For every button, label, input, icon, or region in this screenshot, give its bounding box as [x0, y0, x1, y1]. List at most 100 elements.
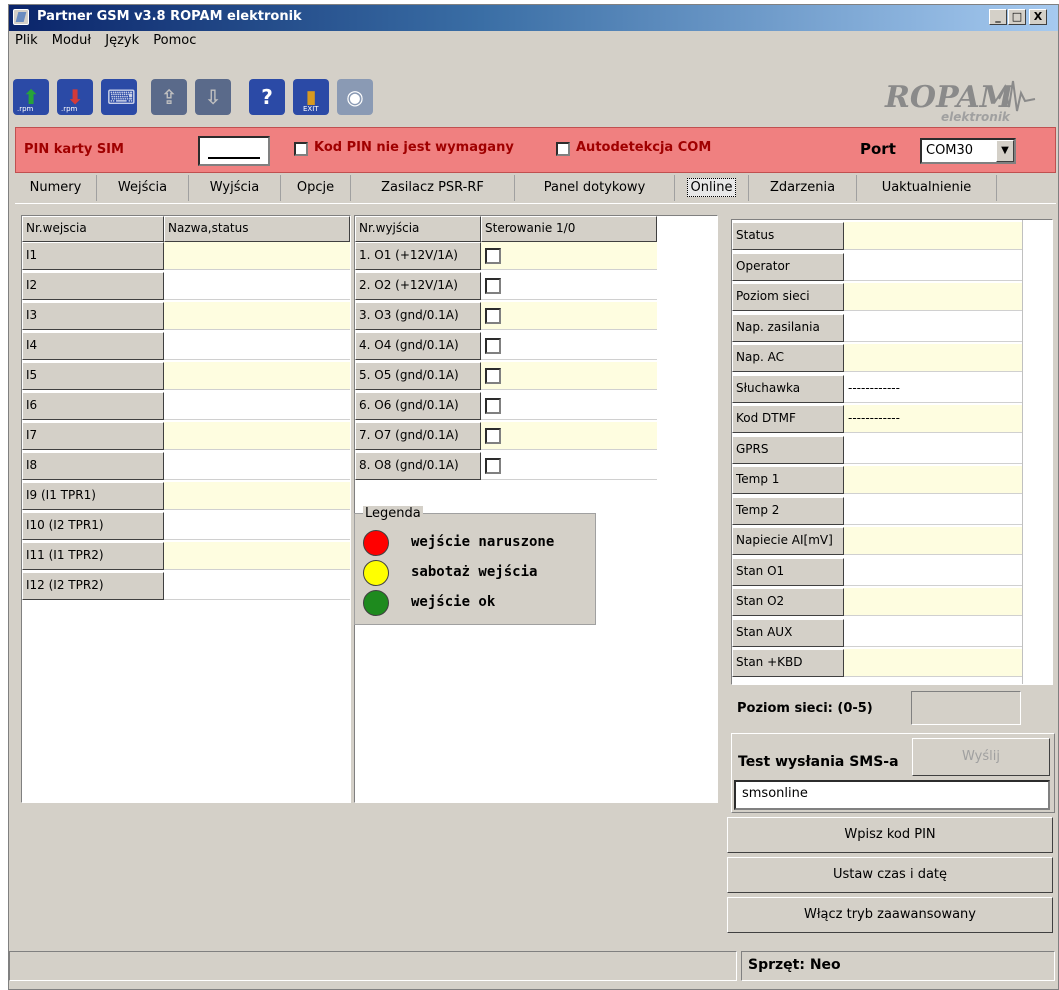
help-icon: ?	[261, 85, 273, 109]
status-label: Stan O1	[732, 557, 844, 586]
tab-wyjscia[interactable]: Wyjścia	[189, 175, 281, 201]
status-label: Temp 1	[732, 466, 844, 494]
keyboard-icon: ⌨	[107, 85, 136, 109]
send-sms-button[interactable]: Wyślij	[912, 738, 1050, 776]
output-checkbox[interactable]	[485, 428, 501, 444]
status-row: Nap. AC	[732, 344, 1022, 372]
status-row: Poziom sieci	[732, 283, 1022, 311]
sms-text-input[interactable]: smsonline	[734, 780, 1050, 810]
output-checkbox[interactable]	[485, 248, 501, 264]
advanced-mode-button[interactable]: Włącz tryb zaawansowany	[727, 897, 1053, 933]
module-write-button[interactable]: ⇩	[195, 79, 231, 115]
chevron-down-icon[interactable]: ▼	[996, 140, 1014, 162]
inputs-header-name: Nazwa,status	[164, 216, 350, 242]
signal-button[interactable]: ◉	[337, 79, 373, 115]
green-status-icon	[363, 590, 389, 616]
status-label: Stan O2	[732, 588, 844, 616]
tab-zdarzenia[interactable]: Zdarzenia	[749, 175, 857, 201]
output-control	[481, 362, 657, 390]
status-label: Stan AUX	[732, 618, 844, 647]
output-number: 1. O1 (+12V/1A)	[355, 242, 481, 270]
autodetect-checkbox[interactable]	[556, 142, 570, 156]
help-button[interactable]: ?	[249, 79, 285, 115]
output-checkbox[interactable]	[485, 308, 501, 324]
signal-icon: ◉	[346, 85, 364, 109]
output-checkbox[interactable]	[485, 278, 501, 294]
status-value: ------------	[844, 405, 1022, 433]
status-label: GPRS	[732, 435, 844, 464]
input-status	[164, 242, 350, 270]
output-checkbox[interactable]	[485, 458, 501, 474]
set-time-button[interactable]: Ustaw czas i datę	[727, 857, 1053, 893]
tab-numery[interactable]: Numery	[15, 175, 97, 201]
download-rpm-button[interactable]: ⬇ .rpm	[57, 79, 93, 115]
box-down-icon: ⇩	[204, 85, 222, 109]
input-number: I9 (I1 TPR1)	[22, 482, 164, 510]
tab-opcje[interactable]: Opcje	[281, 175, 351, 201]
output-number: 5. O5 (gnd/0.1A)	[355, 362, 481, 390]
port-select[interactable]: COM30 ▼	[920, 138, 1016, 164]
output-row: 1. O1 (+12V/1A)	[355, 242, 657, 270]
status-label: Poziom sieci	[732, 283, 844, 311]
output-checkbox[interactable]	[485, 338, 501, 354]
module-read-button[interactable]: ⇪	[151, 79, 187, 115]
input-status	[164, 482, 350, 510]
input-row: I5	[22, 362, 350, 390]
input-row: I7	[22, 422, 350, 450]
close-button[interactable]: X	[1029, 9, 1047, 25]
status-row: Temp 2	[732, 496, 1022, 525]
menu-jezyk[interactable]: Język	[101, 31, 143, 50]
output-checkbox[interactable]	[485, 368, 501, 384]
exit-button[interactable]: ▮ EXIT	[293, 79, 329, 115]
status-value	[844, 344, 1022, 372]
output-number: 3. O3 (gnd/0.1A)	[355, 302, 481, 330]
status-bar-left	[9, 951, 737, 981]
tab-uaktualnienie[interactable]: Uaktualnienie	[857, 175, 997, 201]
input-number: I11 (I1 TPR2)	[22, 542, 164, 570]
input-row: I11 (I1 TPR2)	[22, 542, 350, 570]
output-number: 4. O4 (gnd/0.1A)	[355, 332, 481, 360]
menu-plik[interactable]: Plik	[11, 31, 42, 50]
output-checkbox[interactable]	[485, 398, 501, 414]
status-value	[844, 649, 1022, 677]
keyboard-button[interactable]: ⌨	[101, 79, 137, 115]
status-label: Kod DTMF	[732, 405, 844, 433]
input-row: I4	[22, 332, 350, 360]
input-status	[164, 542, 350, 570]
output-number: 7. O7 (gnd/0.1A)	[355, 422, 481, 450]
input-row: I1	[22, 242, 350, 270]
input-row: I2	[22, 272, 350, 300]
tab-online[interactable]: Online	[675, 175, 749, 201]
pin-not-required-checkbox[interactable]	[294, 142, 308, 156]
status-value	[844, 435, 1022, 464]
menu-modul[interactable]: Moduł	[48, 31, 95, 50]
input-row: I10 (I2 TPR1)	[22, 512, 350, 540]
status-value	[844, 527, 1022, 555]
upload-rpm-button[interactable]: ⬆ .rpm	[13, 79, 49, 115]
status-row: Operator	[732, 252, 1022, 281]
enter-pin-button[interactable]: Wpisz kod PIN	[727, 817, 1053, 853]
minimize-button[interactable]: _	[989, 9, 1007, 25]
input-status	[164, 422, 350, 450]
status-value	[844, 252, 1022, 281]
input-status	[164, 362, 350, 390]
status-row: Kod DTMF ------------	[732, 405, 1022, 433]
input-number: I2	[22, 272, 164, 300]
signal-label: Poziom sieci: (0-5)	[737, 701, 873, 716]
pin-input[interactable]	[198, 136, 270, 166]
status-value	[844, 466, 1022, 494]
status-row: Stan O1	[732, 557, 1022, 586]
status-row: Status	[732, 222, 1022, 250]
maximize-button[interactable]: □	[1008, 9, 1026, 25]
output-control	[481, 452, 657, 480]
title-bar[interactable]: Partner GSM v3.8 ROPAM elektronik _ □ X	[9, 5, 1058, 31]
tab-panel-dotykowy[interactable]: Panel dotykowy	[515, 175, 675, 201]
status-label: Status	[732, 222, 844, 250]
input-row: I9 (I1 TPR1)	[22, 482, 350, 510]
autodetect-label: Autodetekcja COM	[576, 140, 712, 155]
status-label: Stan +KBD	[732, 649, 844, 677]
output-control	[481, 332, 657, 360]
tab-zasilacz[interactable]: Zasilacz PSR-RF	[351, 175, 515, 201]
menu-pomoc[interactable]: Pomoc	[149, 31, 200, 50]
tab-wejscia[interactable]: Wejścia	[97, 175, 189, 201]
